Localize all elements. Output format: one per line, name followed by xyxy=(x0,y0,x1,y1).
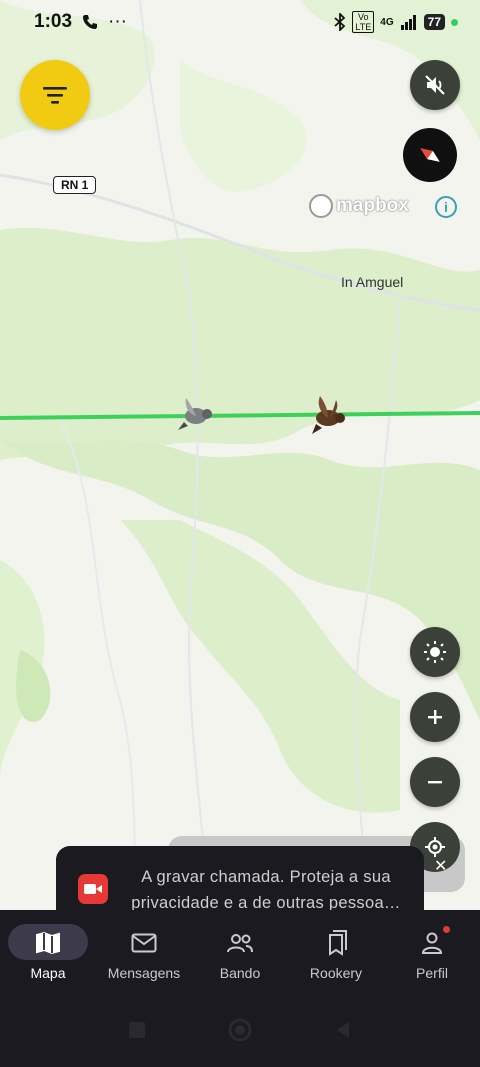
system-nav-bar xyxy=(0,992,480,1067)
bluetooth-icon xyxy=(334,13,346,31)
target-icon xyxy=(425,837,445,857)
nav-label-profile: Perfil xyxy=(416,965,448,981)
nav-label-rookery: Rookery xyxy=(309,965,363,981)
network-type: 4G xyxy=(380,16,394,28)
nav-item-messages[interactable]: Mensagens xyxy=(96,910,192,992)
battery-indicator: 77 xyxy=(423,14,445,30)
pigeon-icon[interactable] xyxy=(176,392,216,434)
nav-item-flock[interactable]: Bando xyxy=(192,910,288,992)
signal-icon xyxy=(400,15,416,30)
theme-toggle-button[interactable] xyxy=(410,627,460,677)
mapbox-logo-icon xyxy=(309,194,333,218)
privacy-dot xyxy=(451,18,458,26)
map-icon xyxy=(34,930,62,956)
plus-icon xyxy=(428,710,442,724)
hawk-icon[interactable] xyxy=(306,392,348,436)
filter-button[interactable] xyxy=(20,60,90,130)
mapbox-attribution[interactable]: mapbox xyxy=(309,194,409,218)
notification-dot xyxy=(443,926,450,933)
nav-item-rookery[interactable]: Rookery xyxy=(288,910,384,992)
back-icon[interactable] xyxy=(333,1020,353,1040)
compass-button[interactable] xyxy=(403,128,457,182)
map-terrain xyxy=(0,0,480,910)
nav-label-flock: Bando xyxy=(219,965,261,981)
person-icon xyxy=(418,926,450,956)
video-record-icon xyxy=(78,874,108,904)
zoom-in-button[interactable] xyxy=(410,692,460,742)
bookmarks-icon xyxy=(322,930,350,956)
nav-item-profile[interactable]: Perfil xyxy=(384,910,480,992)
nav-item-map[interactable]: Mapa xyxy=(0,910,96,992)
close-icon[interactable]: ✕ xyxy=(434,856,447,876)
mail-icon xyxy=(130,930,158,956)
map-view[interactable]: RN 1 In Amguel mapbox i xyxy=(0,0,480,910)
nav-label-messages: Mensagens xyxy=(107,965,181,981)
status-bar: 1:03 ··· Vo LTE 4G 77 xyxy=(0,0,480,44)
home-icon[interactable] xyxy=(227,1017,253,1043)
volume-off-icon xyxy=(425,75,445,95)
more-indicator: ··· xyxy=(108,11,128,32)
status-time: 1:03 xyxy=(34,11,73,32)
mute-button[interactable] xyxy=(410,60,460,110)
nav-label-map: Mapa xyxy=(30,965,66,981)
minus-icon xyxy=(428,781,442,784)
sun-icon xyxy=(424,641,446,663)
zoom-out-button[interactable] xyxy=(410,757,460,807)
phone-icon xyxy=(83,15,98,29)
volte-indicator: Vo LTE xyxy=(352,11,375,33)
recents-icon[interactable] xyxy=(127,1020,147,1040)
info-icon[interactable]: i xyxy=(435,196,457,218)
place-label: In Amguel xyxy=(341,274,404,290)
road-badge: RN 1 xyxy=(53,176,97,194)
compass-icon xyxy=(420,148,440,162)
toast-message: A gravar chamada. Proteja a sua privacid… xyxy=(131,868,401,912)
group-icon xyxy=(226,930,254,956)
bottom-nav: Mapa Mensagens Bando Rookery Perfil xyxy=(0,910,480,992)
filter-icon xyxy=(43,87,67,104)
